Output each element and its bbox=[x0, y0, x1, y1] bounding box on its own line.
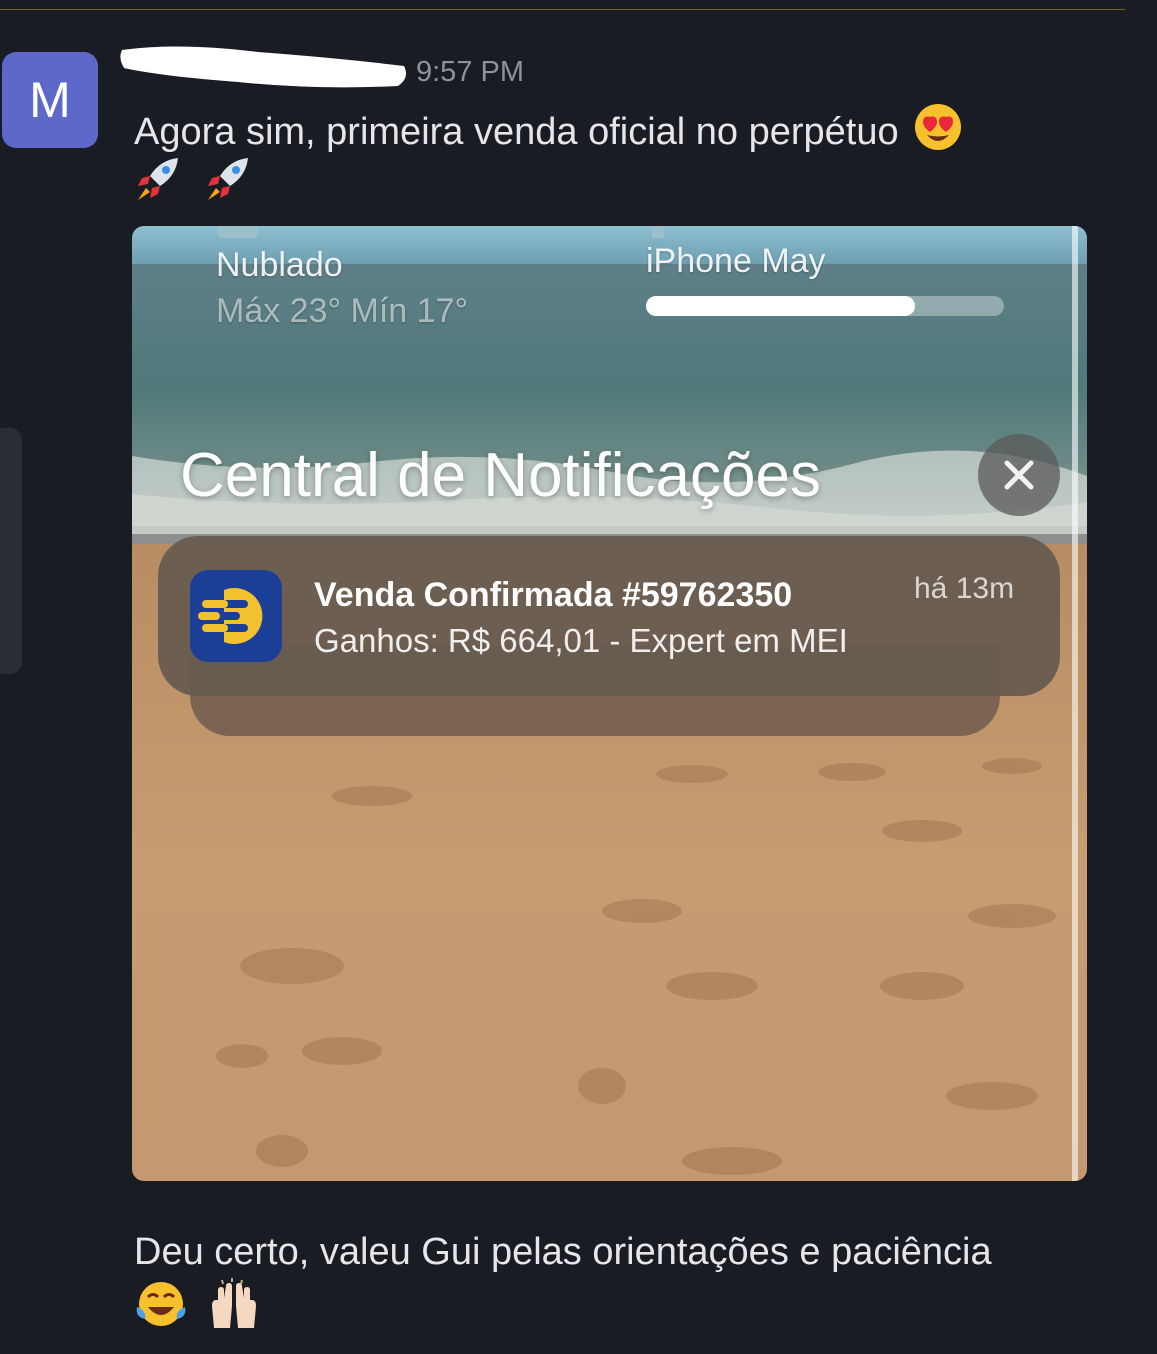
tears-of-joy-emoji-icon bbox=[136, 1282, 186, 1326]
weather-range: Máx 23° Mín 17° bbox=[216, 292, 469, 330]
image-attachment[interactable]: Nublado Máx 23° Mín 17° iPhone May Centr… bbox=[132, 226, 1087, 1181]
raised-hands-emoji-icon bbox=[212, 1278, 256, 1328]
message-timestamp[interactable]: 9:57 PM bbox=[416, 56, 524, 89]
notification-card[interactable]: Venda Confirmada #59762350 Ganhos: R$ 66… bbox=[158, 536, 1060, 696]
emoji-row-rockets bbox=[134, 150, 256, 206]
battery-device-name: iPhone May bbox=[646, 242, 826, 280]
notification-center-title: Central de Notificações bbox=[180, 441, 821, 510]
message-text: Agora sim, primeira venda oficial no per… bbox=[134, 102, 963, 166]
emoji-row-reactions bbox=[134, 1276, 262, 1332]
close-icon bbox=[1004, 460, 1034, 490]
notification-time: há 13m bbox=[914, 572, 1015, 605]
rocket-emoji-icon bbox=[208, 158, 248, 200]
redacted-username bbox=[120, 46, 407, 88]
avatar[interactable]: M bbox=[2, 52, 98, 148]
heart-eyes-emoji-icon bbox=[913, 102, 963, 166]
message-text-1: Agora sim, primeira venda oficial no per… bbox=[134, 111, 899, 154]
close-button[interactable] bbox=[978, 434, 1060, 516]
weather-condition: Nublado bbox=[216, 246, 343, 284]
battery-level-bar bbox=[646, 296, 1004, 316]
app-logo-icon bbox=[198, 588, 263, 644]
side-panel-edge bbox=[0, 428, 22, 674]
notification-body: Ganhos: R$ 664,01 - Expert em MEI bbox=[314, 622, 848, 659]
battery-level-fill bbox=[646, 296, 915, 316]
screenshot-edge bbox=[1072, 226, 1078, 1181]
divider bbox=[0, 9, 1125, 10]
app-icon bbox=[190, 570, 282, 662]
notification-title: Venda Confirmada #59762350 bbox=[314, 576, 793, 614]
rocket-emoji-icon bbox=[138, 158, 178, 200]
message-text-2: Deu certo, valeu Gui pelas orientações e… bbox=[134, 1231, 992, 1273]
